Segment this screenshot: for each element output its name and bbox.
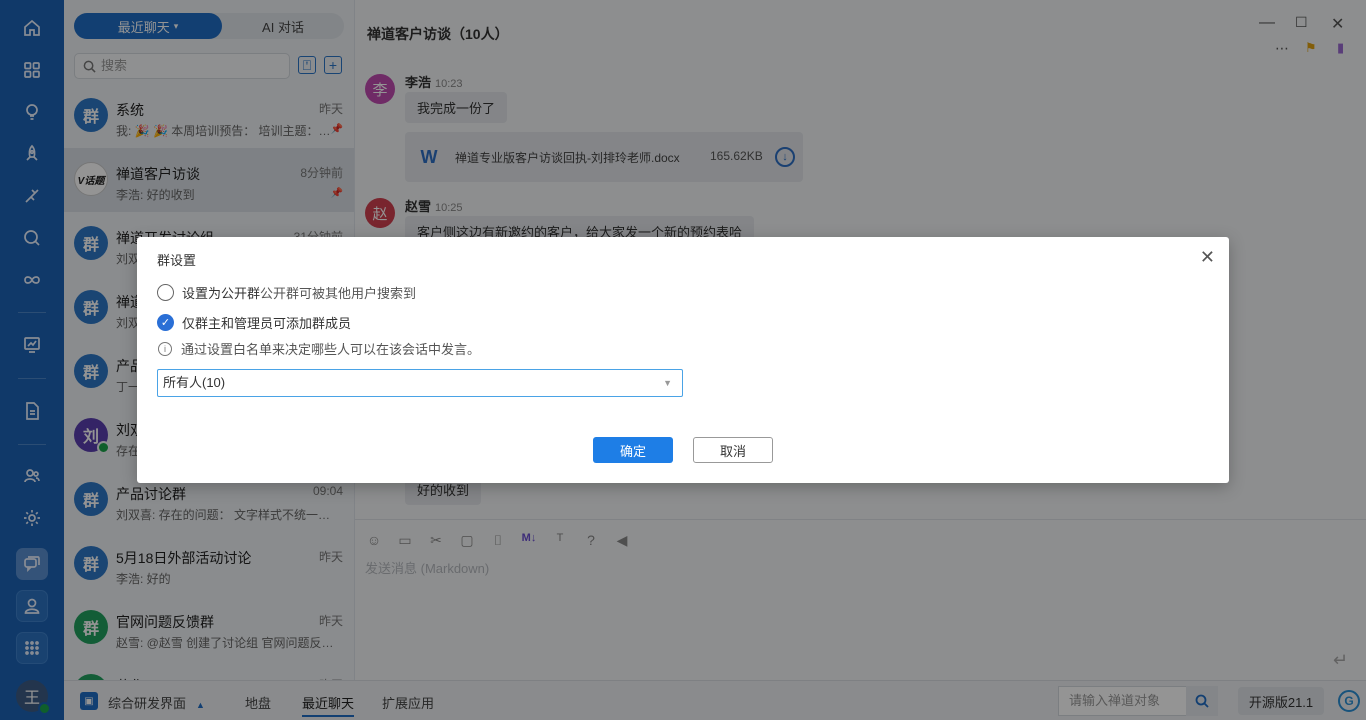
whitelist-select-value: 所有人(10) bbox=[163, 375, 226, 390]
dialog-title: 群设置 bbox=[157, 253, 197, 268]
public-group-label: 设置为公开群 bbox=[182, 286, 261, 301]
whitelist-select[interactable]: 所有人(10) ▼ bbox=[157, 369, 683, 397]
info-icon: i bbox=[158, 341, 172, 356]
public-group-option[interactable]: 设置为公开群 公开群可被其他用户搜索到 bbox=[157, 283, 416, 302]
public-group-hint: 公开群可被其他用户搜索到 bbox=[260, 286, 417, 301]
public-group-checkbox[interactable] bbox=[157, 284, 174, 301]
close-icon[interactable]: ✕ bbox=[1200, 247, 1215, 268]
checkmark-icon[interactable]: ✓ bbox=[157, 314, 174, 331]
group-settings-dialog: 群设置 ✕ 设置为公开群 公开群可被其他用户搜索到 ✓ 仅群主和管理员可添加群成员… bbox=[137, 237, 1229, 483]
admin-only-add-option[interactable]: ✓ 仅群主和管理员可添加群成员 bbox=[157, 313, 351, 332]
admin-only-add-label: 仅群主和管理员可添加群成员 bbox=[182, 316, 352, 331]
whitelist-info: i 通过设置白名单来决定哪些人可以在该会话中发言。 bbox=[158, 339, 480, 358]
caret-down-icon: ▼ bbox=[663, 378, 672, 388]
cancel-button[interactable]: 取消 bbox=[693, 437, 773, 463]
whitelist-info-text: 通过设置白名单来决定哪些人可以在该会话中发言。 bbox=[181, 342, 481, 357]
confirm-button[interactable]: 确定 bbox=[593, 437, 673, 463]
